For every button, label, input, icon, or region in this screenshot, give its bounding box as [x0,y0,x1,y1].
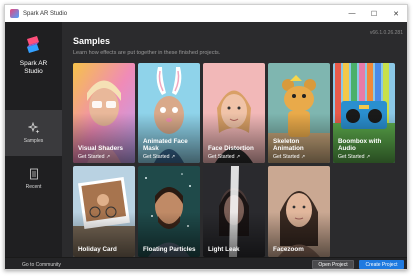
window-controls: — ☐ ✕ [341,5,407,22]
app-icon [10,9,19,18]
get-started-link[interactable]: Get Started ↗ [143,154,175,160]
app-window: Spark AR Studio — ☐ ✕ Spark AR Studio Sa… [4,4,408,270]
get-started-link[interactable]: Get Started ↗ [78,154,110,160]
go-to-community-link[interactable]: Go to Community [22,262,61,268]
get-started-link[interactable]: Get Started ↗ [338,154,370,160]
sample-card-visual-shaders[interactable]: Visual Shaders Get Started ↗ [73,63,135,163]
spark-logo-icon [27,36,39,53]
sample-card-light-leak[interactable]: Light Leak [203,166,265,257]
close-button[interactable]: ✕ [385,5,407,22]
sample-card-boombox-with-audio[interactable]: Boombox with Audio Get Started ↗ [333,63,395,163]
window-title: Spark AR Studio [23,10,68,17]
card-title: Holiday Card [78,245,117,253]
sample-card-face-distortion[interactable]: Face Distortion Get Started ↗ [203,63,265,163]
sample-card-skeleton-animation[interactable]: Skeleton Animation Get Started ↗ [268,63,330,163]
card-title: Light Leak [208,245,240,253]
get-started-link[interactable]: Get Started ↗ [273,154,305,160]
card-title: Facezoom [273,245,304,253]
sidebar-item-recent[interactable]: Recent [5,156,62,202]
maximize-button[interactable]: ☐ [363,5,385,22]
card-title: Skeleton Animation [273,137,304,152]
footer-bar: Go to Community Open Project Create Proj… [5,257,407,269]
page-subtitle: Learn how effects are put together in th… [73,50,221,56]
card-title: Visual Shaders [78,144,124,152]
card-title: Face Distortion [208,144,254,152]
title-bar: Spark AR Studio — ☐ ✕ [5,5,407,22]
sample-card-facezoom[interactable]: Facezoom [268,166,330,257]
document-icon [29,168,38,180]
sidebar: Spark AR Studio Samples Recent [5,22,62,257]
sidebar-item-label: Recent [25,184,42,190]
sidebar-item-label: Samples [23,138,44,144]
open-project-button[interactable]: Open Project [312,260,354,269]
card-title: Boombox with Audio [338,137,382,152]
logo-text-line2: Studio [24,68,43,75]
create-project-button[interactable]: Create Project [359,260,404,269]
spark-ar-logo: Spark AR Studio [5,22,62,102]
card-title: Floating Particles [143,245,196,253]
sparkles-icon [27,122,39,134]
card-title: Animated Face Mask [143,137,188,152]
get-started-link[interactable]: Get Started ↗ [208,154,240,160]
minimize-button[interactable]: — [341,5,363,22]
page-title: Samples [73,36,111,46]
sample-card-floating-particles[interactable]: Floating Particles [138,166,200,257]
sample-card-holiday-card[interactable]: Holiday Card [73,166,135,257]
sample-card-animated-face-mask[interactable]: Animated Face Mask Get Started ↗ [138,63,200,163]
sidebar-item-samples[interactable]: Samples [5,110,62,156]
samples-panel: Samples Learn how effects are put togeth… [62,22,407,257]
version-label: v66.1.0.26.281 [369,30,403,36]
logo-text-line1: Spark AR [19,60,48,67]
samples-grid: Visual Shaders Get Started ↗ Animated Fa… [73,63,407,257]
